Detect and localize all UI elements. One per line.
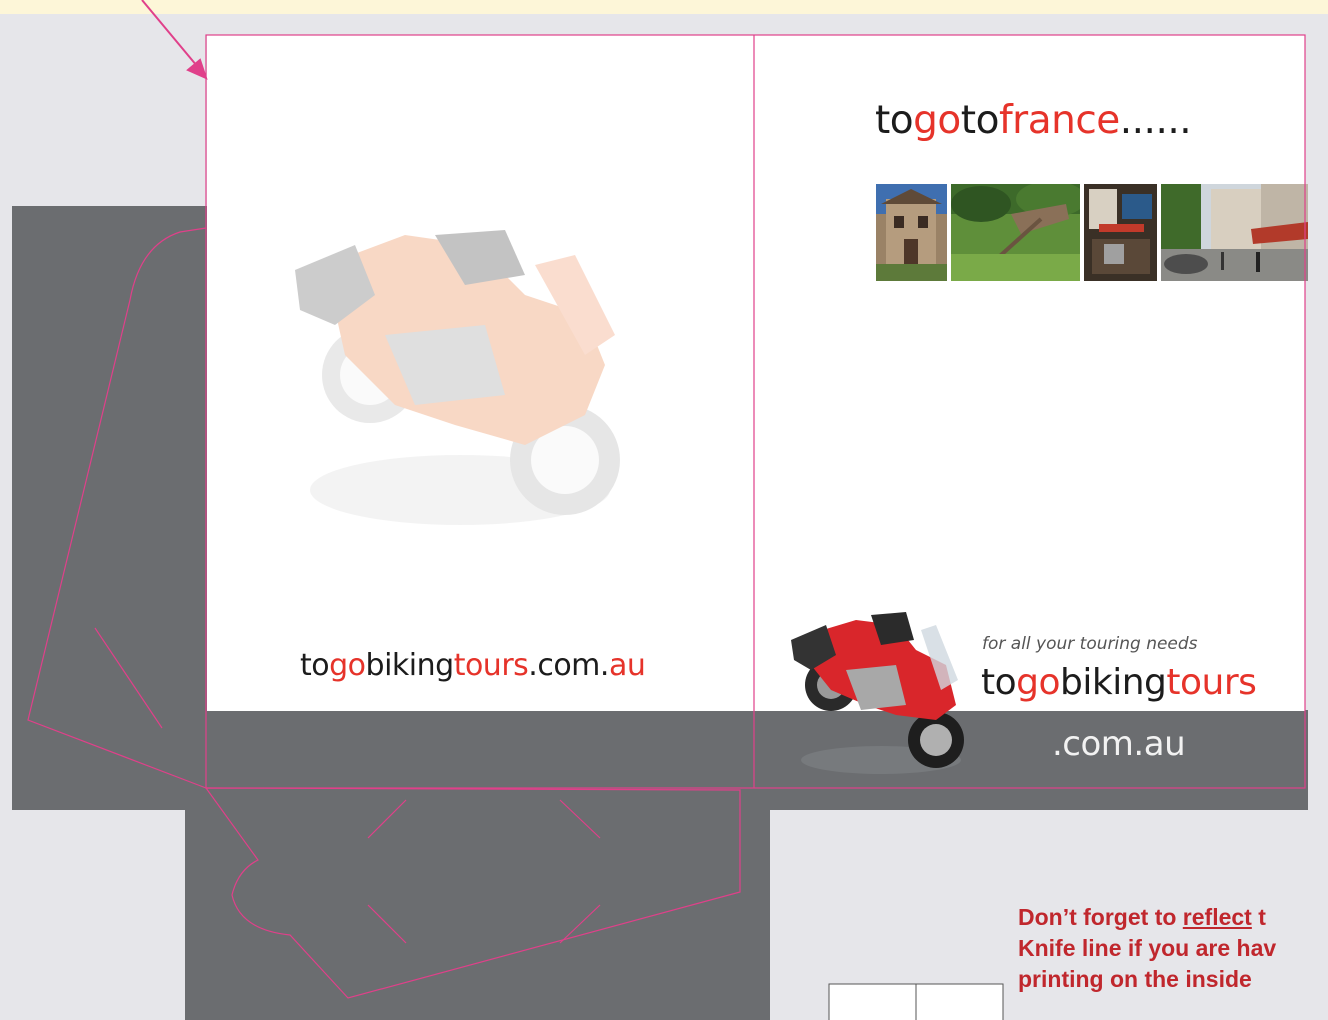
warning-line-2: Knife line if you are hav [1018,935,1277,961]
pocket-outline [205,787,741,999]
cover-outline [205,34,1306,789]
reflect-warning-note: Don’t forget to reflect t Knife line if … [1018,902,1276,995]
warning-line-1: Don’t forget to reflect t [1018,904,1266,930]
warning-line-3: printing on the inside [1018,966,1252,992]
pointer-arrow [141,0,203,73]
left-flap-outline [27,227,207,789]
knife-line-overlay [27,0,1306,1020]
